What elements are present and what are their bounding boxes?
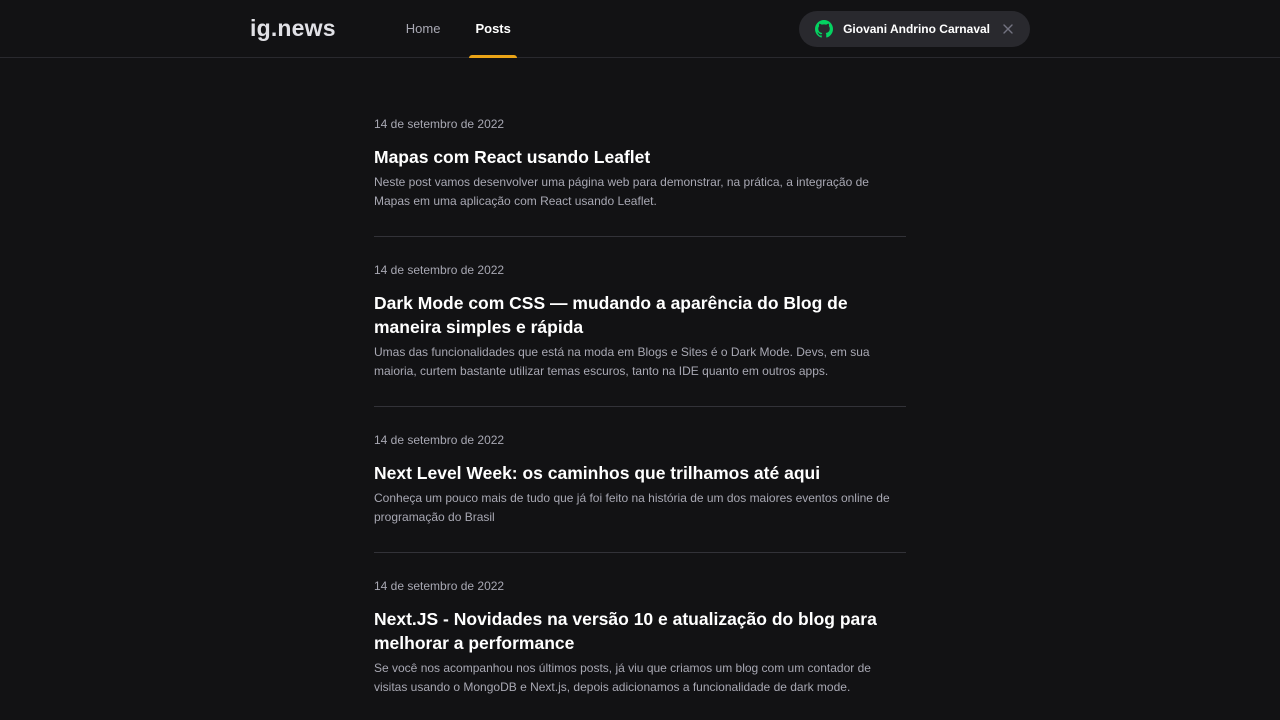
post-date: 14 de setembro de 2022 [374, 263, 505, 277]
post-excerpt: Neste post vamos desenvolver uma página … [374, 175, 869, 208]
post-date: 14 de setembro de 2022 [374, 117, 505, 131]
site-header: ig.news Home Posts Giovani Andrino Carna… [0, 0, 1280, 58]
main-nav: Home Posts [400, 0, 540, 58]
post-item[interactable]: 14 de setembro de 2022 Next.JS - Novidad… [374, 577, 906, 720]
close-icon[interactable] [1002, 23, 1014, 35]
posts-list: 14 de setembro de 2022 Mapas com React u… [374, 58, 906, 720]
post-excerpt: Conheça um pouco mais de tudo que já foi… [374, 491, 890, 524]
post-item[interactable]: 14 de setembro de 2022 Next Level Week: … [374, 431, 906, 553]
post-title[interactable]: Next.JS - Novidades na versão 10 e atual… [374, 607, 906, 655]
post-date: 14 de setembro de 2022 [374, 433, 505, 447]
post-item[interactable]: 14 de setembro de 2022 Dark Mode com CSS… [374, 261, 906, 407]
post-date: 14 de setembro de 2022 [374, 579, 505, 593]
post-item[interactable]: 14 de setembro de 2022 Mapas com React u… [374, 115, 906, 237]
nav-link-posts[interactable]: Posts [469, 0, 518, 58]
site-logo[interactable]: ig.news [250, 15, 336, 42]
post-title[interactable]: Mapas com React usando Leaflet [374, 145, 906, 169]
post-title[interactable]: Next Level Week: os caminhos que trilham… [374, 461, 906, 485]
nav-link-home[interactable]: Home [400, 0, 447, 57]
post-title[interactable]: Dark Mode com CSS — mudando a aparência … [374, 291, 906, 339]
post-excerpt: Umas das funcionalidades que está na mod… [374, 345, 870, 378]
sign-out-button[interactable]: Giovani Andrino Carnaval [799, 10, 1030, 47]
user-name: Giovani Andrino Carnaval [843, 21, 990, 36]
header-content: ig.news Home Posts Giovani Andrino Carna… [250, 0, 1030, 58]
github-icon [815, 19, 834, 38]
post-excerpt: Se você nos acompanhou nos últimos posts… [374, 661, 871, 694]
